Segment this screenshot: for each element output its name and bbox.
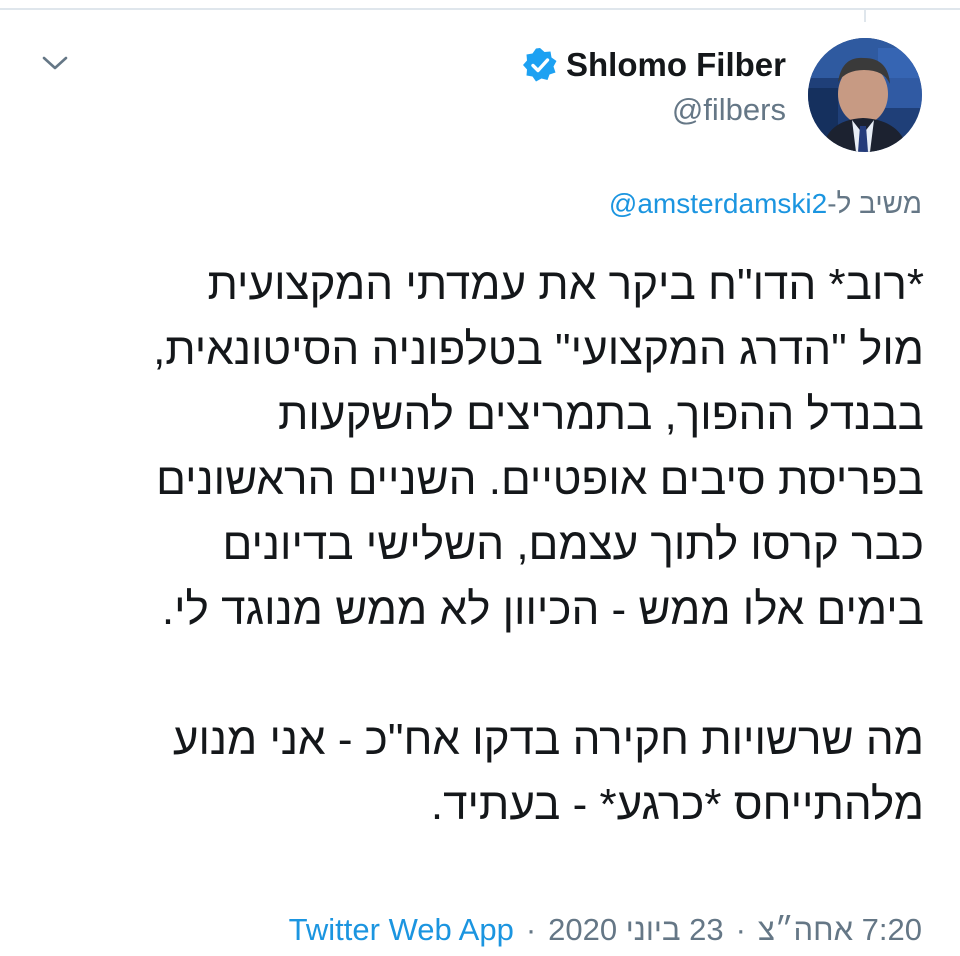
- tweet-metadata: 7:20 אחה״צ · 23 ביוני 2020 · Twitter Web App: [289, 912, 922, 948]
- tweet-text-line: *רוב* הדו"ח ביקר את עמדתי המקצועית: [207, 260, 924, 309]
- tweet-text-line: בבנדל ההפוך, בתמריצים להשקעות: [278, 390, 924, 439]
- tweet-text-line: כבר קרסו לתוך עצמם, השלישי בדיונים: [222, 520, 925, 569]
- tweet-time[interactable]: 7:20 אחה״צ: [758, 912, 922, 948]
- avatar[interactable]: [808, 38, 922, 152]
- tweet-text-line: מול "הדרג המקצועי" בטלפוניה הסיטונאית,: [153, 325, 924, 374]
- tweet-text-line: מה שרשויות חקירה בדקו אח"כ - אני מנוע: [172, 715, 924, 764]
- chevron-down-icon[interactable]: [40, 48, 70, 78]
- reply-prefix: משיב ל-: [827, 188, 922, 219]
- tweet-source-link[interactable]: Twitter Web App: [289, 912, 514, 948]
- footer-separator: ·: [525, 912, 537, 947]
- tweet-date[interactable]: 23 ביוני 2020: [548, 912, 723, 948]
- verified-badge-icon: [522, 47, 558, 83]
- author-handle[interactable]: @filbers: [672, 92, 786, 128]
- tweet-text-line: בפריסת סיבים אופטיים. השניים הראשונים: [156, 455, 924, 504]
- author-name-row[interactable]: Shlomo Filber: [522, 46, 786, 84]
- top-divider-tick: [864, 8, 866, 22]
- author-display-name: Shlomo Filber: [565, 46, 786, 83]
- footer-separator: ·: [735, 912, 746, 947]
- tweet-text-line: מלהתייחס *כרגע* - בעתיד.: [430, 780, 924, 829]
- tweet-text-line: בימים אלו ממש - הכיוון לא ממש מנוגד לי.: [161, 585, 924, 634]
- tweet-text: *רוב* הדו"ח ביקר את עמדתי המקצועית מול "…: [24, 252, 924, 837]
- reply-to-handle-link[interactable]: @amsterdamski2: [609, 188, 827, 219]
- reply-context: משיב ל-@amsterdamski2: [609, 188, 922, 220]
- top-divider: [0, 8, 960, 10]
